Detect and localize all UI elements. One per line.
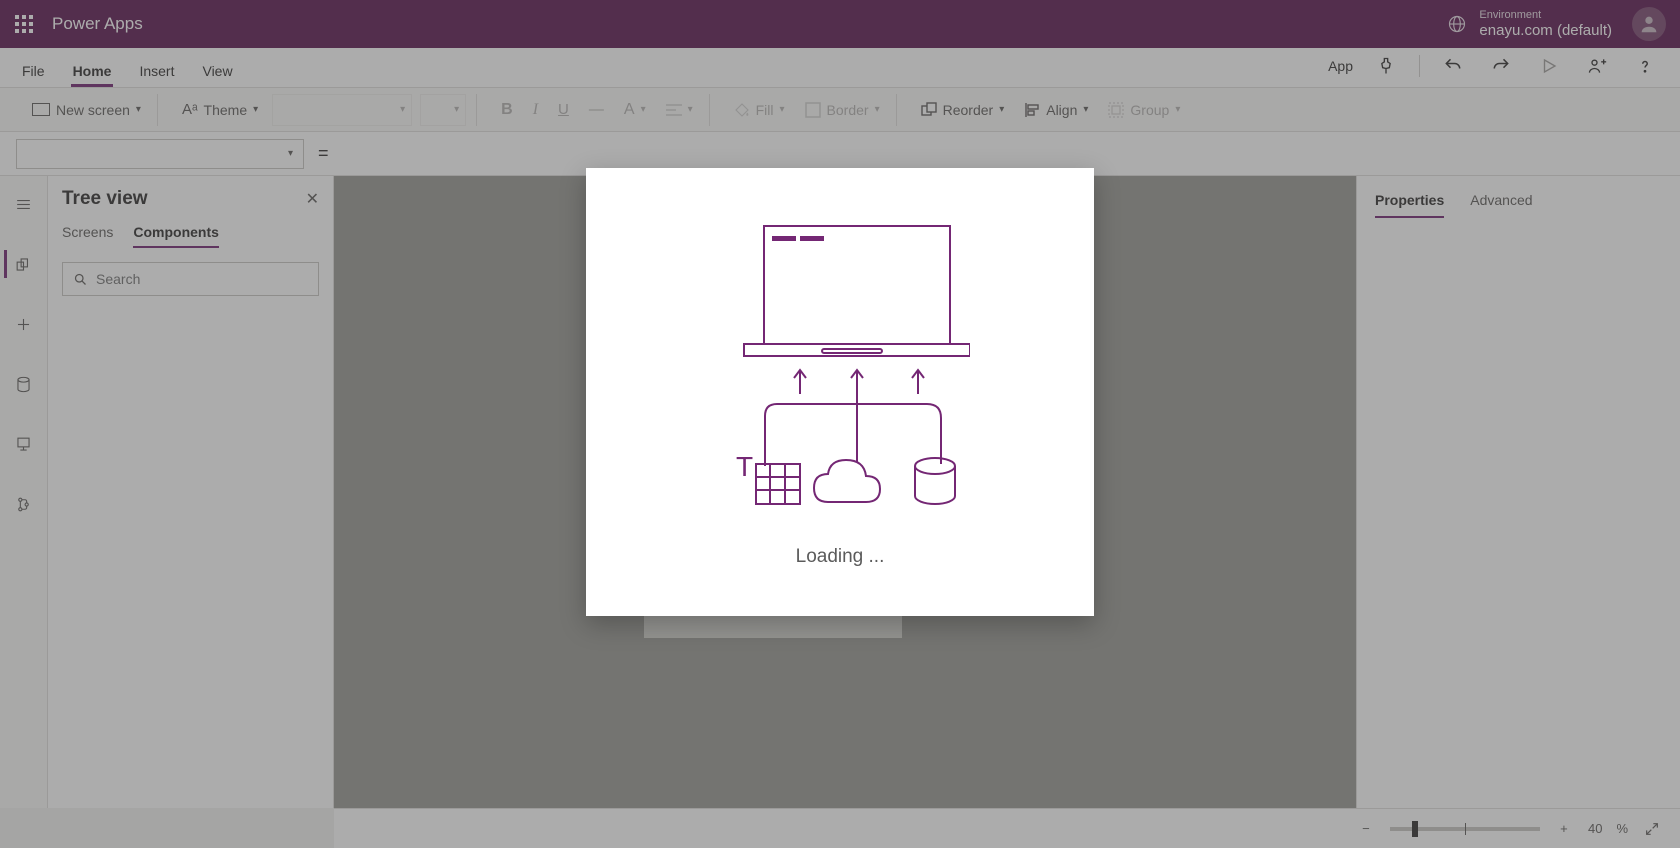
modal-overlay: T Loading ...	[0, 0, 1680, 848]
svg-text:T: T	[736, 451, 753, 482]
loading-illustration-icon: T	[710, 216, 970, 516]
loading-dialog: T Loading ...	[586, 168, 1094, 616]
loading-text: Loading ...	[796, 546, 885, 568]
